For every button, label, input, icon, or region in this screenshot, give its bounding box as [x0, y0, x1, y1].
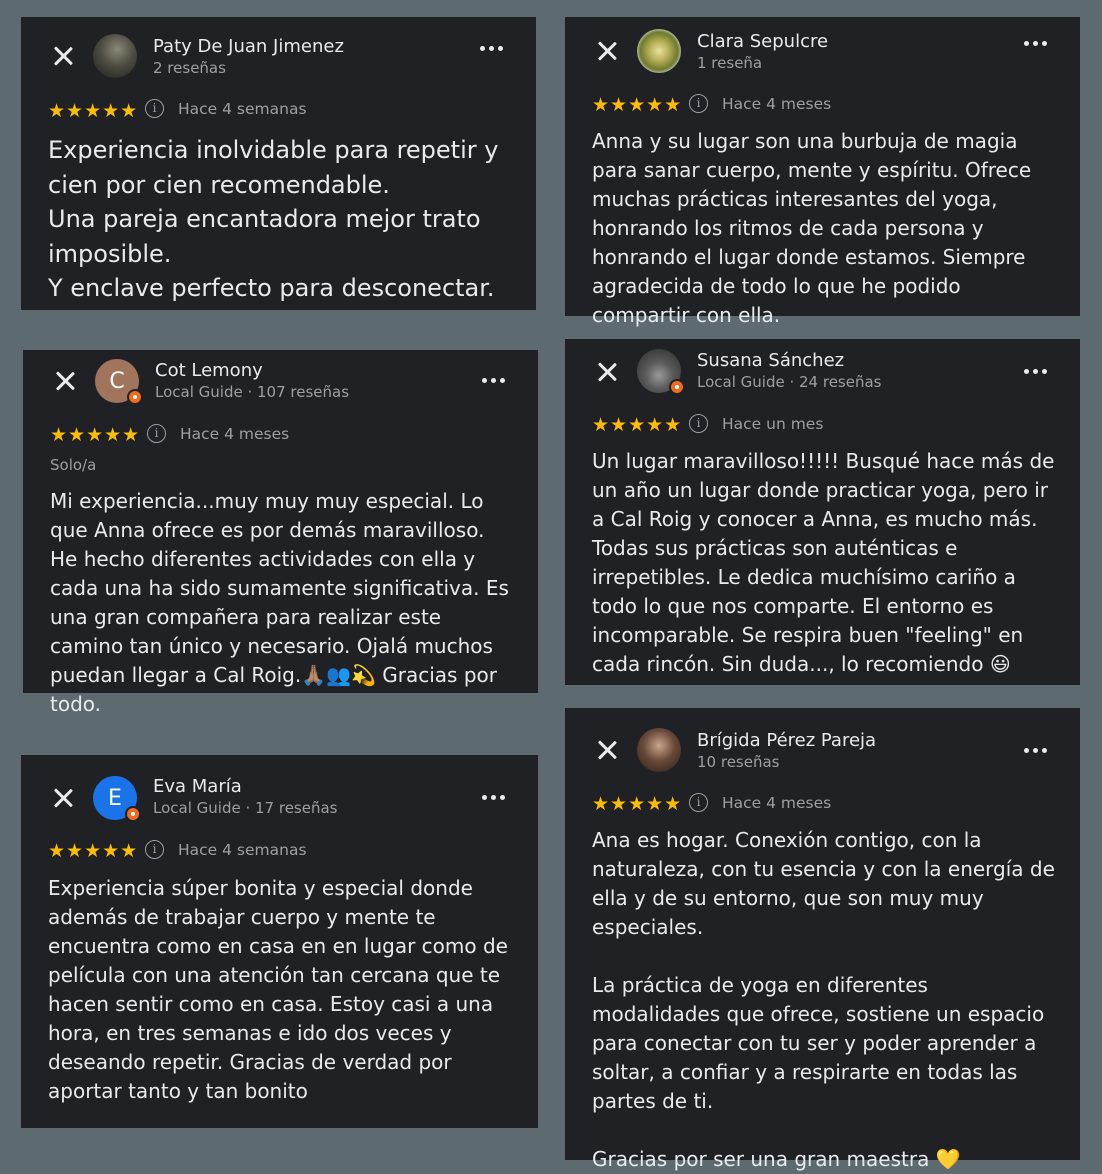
star-rating: ★★★★★ [592, 414, 683, 436]
reviewer-name[interactable]: Cot Lemony [155, 360, 263, 381]
reviewer-name[interactable]: Brígida Pérez Pareja [697, 730, 876, 751]
close-icon[interactable] [51, 786, 75, 810]
more-options-icon[interactable] [1024, 369, 1048, 377]
avatar[interactable] [637, 29, 681, 73]
star-rating: ★★★★★ [592, 94, 683, 116]
close-icon[interactable] [595, 360, 619, 384]
more-options-icon[interactable] [482, 378, 506, 386]
reviewer-meta: Local Guide · 17 reseñas [153, 799, 338, 817]
avatar[interactable]: E [93, 776, 141, 822]
local-guide-badge-icon [669, 379, 685, 395]
info-icon[interactable]: i [145, 840, 164, 859]
local-guide-badge-icon [127, 389, 143, 405]
review-card: Paty De Juan Jimenez 2 reseñas ★★★★★ i H… [21, 17, 536, 310]
review-time: Hace 4 meses [722, 95, 832, 113]
review-time: Hace 4 meses [722, 794, 832, 812]
reviewer-meta: Local Guide · 24 reseñas [697, 373, 882, 391]
reviewer-name[interactable]: Clara Sepulcre [697, 31, 828, 52]
close-icon[interactable] [53, 369, 77, 393]
reviewer-meta: Local Guide · 107 reseñas [155, 383, 350, 401]
review-time: Hace 4 meses [180, 425, 290, 443]
info-icon[interactable]: i [689, 94, 708, 113]
review-time: Hace un mes [722, 415, 824, 433]
avatar-letter: C [109, 368, 125, 394]
reviewer-name[interactable]: Eva María [153, 776, 242, 797]
close-icon[interactable] [595, 39, 619, 63]
more-options-icon[interactable] [480, 46, 504, 54]
trip-type-tag: Solo/a [50, 456, 97, 474]
star-rating: ★★★★★ [48, 100, 139, 122]
star-rating: ★★★★★ [50, 424, 141, 446]
star-rating: ★★★★★ [48, 840, 139, 862]
reviewer-meta: 2 reseñas [153, 59, 226, 77]
review-text: Experiencia inolvidable para repetir y c… [48, 136, 499, 302]
avatar[interactable] [637, 728, 681, 772]
review-text: Ana es hogar. Conexión contigo, con la n… [592, 828, 1055, 1171]
avatar[interactable]: C [95, 359, 143, 405]
avatar[interactable] [93, 34, 137, 78]
reviewer-name[interactable]: Paty De Juan Jimenez [153, 36, 344, 57]
review-text: Un lugar maravilloso!!!!! Busqué hace má… [592, 449, 1061, 676]
review-text: Anna y su lugar son una burbuja de magia… [592, 129, 1038, 327]
avatar[interactable] [637, 349, 685, 395]
review-time: Hace 4 semanas [178, 841, 307, 859]
info-icon[interactable]: i [145, 99, 164, 118]
more-options-icon[interactable] [1024, 748, 1048, 756]
close-icon[interactable] [51, 44, 75, 68]
reviewer-name[interactable]: Susana Sánchez [697, 350, 844, 371]
local-guide-badge-icon [125, 806, 141, 822]
review-card: Susana Sánchez Local Guide · 24 reseñas … [565, 339, 1080, 685]
reviewer-meta: 1 reseña [697, 54, 763, 72]
more-options-icon[interactable] [482, 795, 506, 803]
review-text: Experiencia súper bonita y especial dond… [48, 876, 515, 1103]
review-card: Brígida Pérez Pareja 10 reseñas ★★★★★ i … [565, 708, 1080, 1171]
more-options-icon[interactable] [1024, 41, 1048, 49]
info-icon[interactable]: i [689, 793, 708, 812]
info-icon[interactable]: i [689, 414, 708, 433]
avatar-letter: E [108, 785, 122, 811]
reviewer-meta: 10 reseñas [697, 753, 780, 771]
review-time: Hace 4 semanas [178, 100, 307, 118]
review-card: Clara Sepulcre 1 reseña ★★★★★ i Hace 4 m… [565, 17, 1080, 327]
review-text: Mi experiencia...muy muy muy especial. L… [50, 489, 516, 716]
info-icon[interactable]: i [147, 424, 166, 443]
review-card: C Cot Lemony Local Guide · 107 reseñas ★… [23, 350, 538, 716]
star-rating: ★★★★★ [592, 793, 683, 815]
close-icon[interactable] [595, 738, 619, 762]
review-card: E Eva María Local Guide · 17 reseñas ★★★… [21, 755, 538, 1128]
